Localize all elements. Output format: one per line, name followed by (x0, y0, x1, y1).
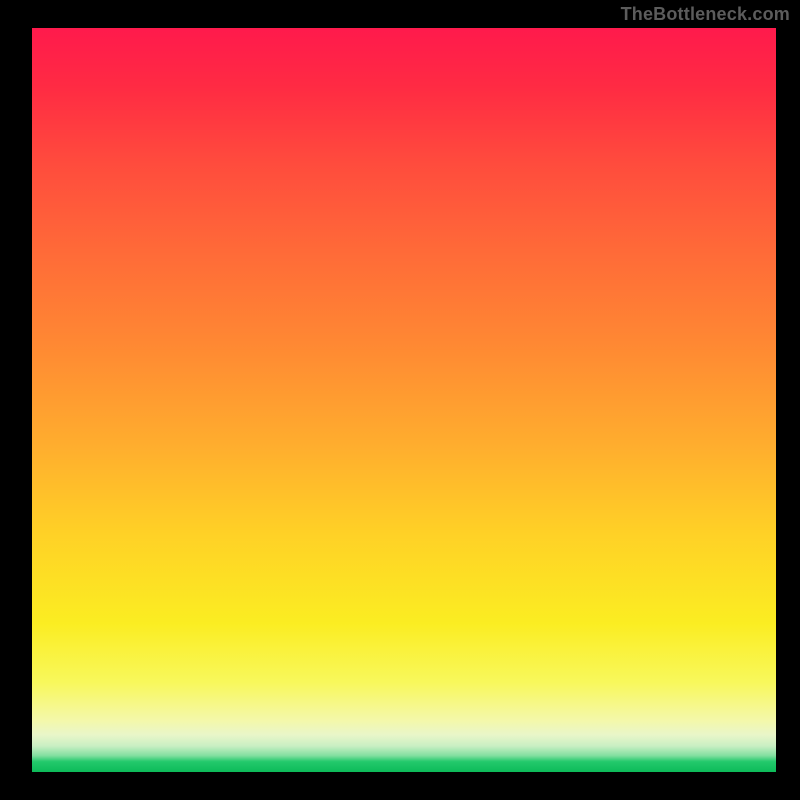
heat-gradient-background (32, 28, 776, 772)
watermark-text: TheBottleneck.com (621, 4, 790, 25)
chart-stage: TheBottleneck.com (0, 0, 800, 800)
plot-area (32, 28, 776, 772)
